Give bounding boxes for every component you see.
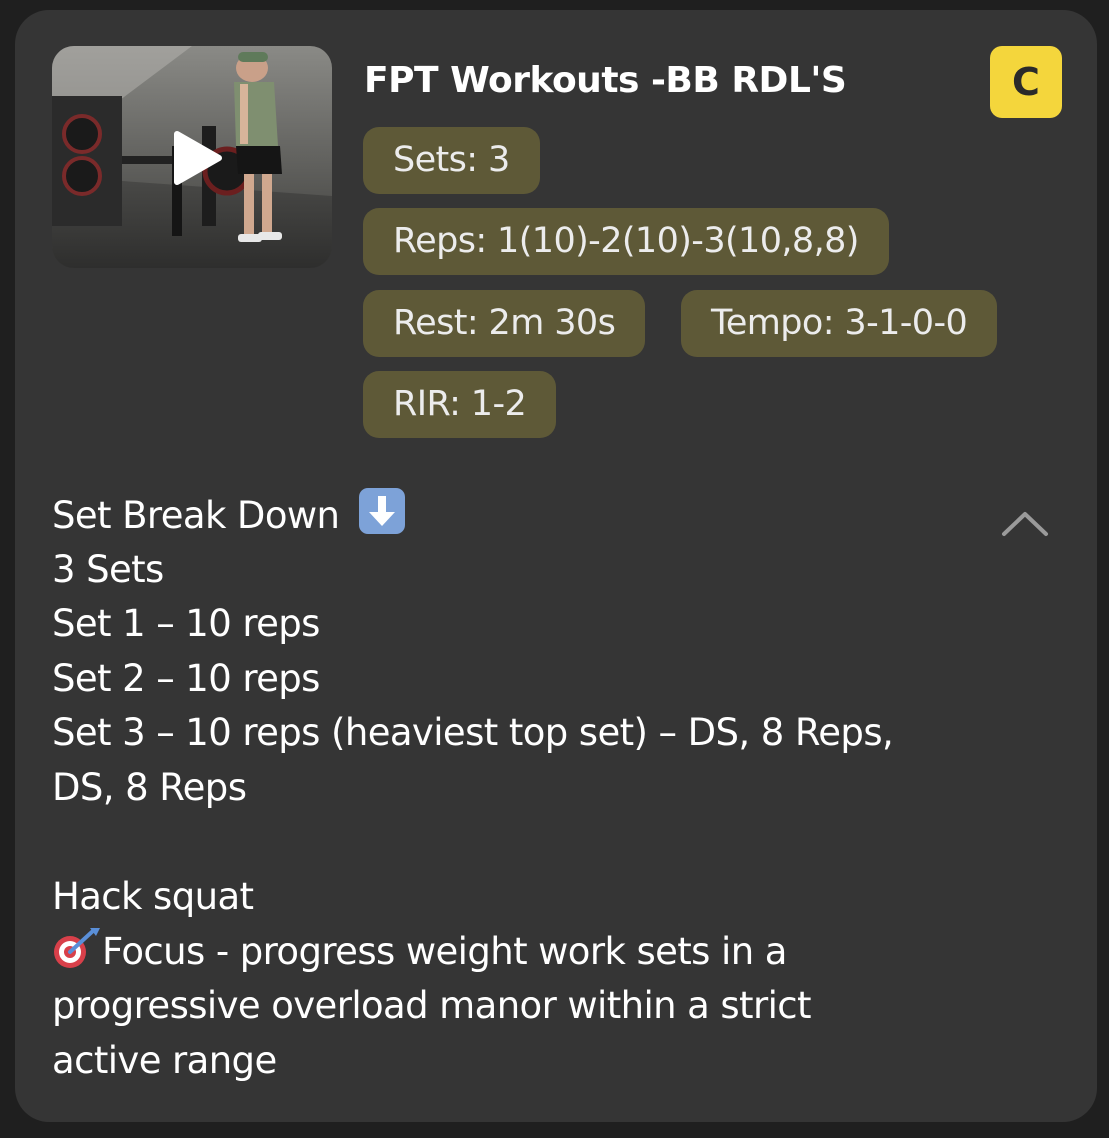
focus-line: active range <box>52 1038 277 1082</box>
description-line: Set 1 – 10 reps <box>52 602 320 646</box>
focus-line: Focus - progress weight work sets in a <box>52 925 982 980</box>
target-emoji-icon <box>54 927 100 968</box>
down-arrow-emoji-icon <box>358 488 405 534</box>
focus-line: progressive overload manor within a stri… <box>52 984 812 1028</box>
description-heading: Set Break Down <box>52 494 340 537</box>
description-heading-line: Set Break Down <box>52 488 982 543</box>
category-badge: C <box>990 46 1062 118</box>
description-spacer <box>52 816 982 871</box>
sets-pill: Sets: 3 <box>363 127 540 194</box>
rir-pill: RIR: 1-2 <box>363 371 557 438</box>
workout-title: FPT Workouts -BB RDL'S <box>364 60 847 101</box>
workout-description: Set Break Down 3 Sets Set 1 – 10 reps Se… <box>52 488 982 1089</box>
exercise-name: Hack squat <box>52 875 254 919</box>
play-icon[interactable] <box>167 128 227 188</box>
description-line: Set 2 – 10 reps <box>52 656 320 700</box>
description-line: 3 Sets <box>52 547 164 591</box>
focus-text: Focus - progress weight work sets in a <box>102 929 787 973</box>
video-thumbnail[interactable] <box>52 46 332 268</box>
reps-pill: Reps: 1(10)-2(10)-3(10,8,8) <box>363 208 889 275</box>
description-line: DS, 8 Reps <box>52 765 247 809</box>
description-line: Set 3 – 10 reps (heaviest top set) – DS,… <box>52 711 894 755</box>
tempo-pill: Tempo: 3-1-0-0 <box>681 290 998 357</box>
workout-card: FPT Workouts -BB RDL'S C Sets: 3 Reps: 1… <box>15 10 1097 1122</box>
chevron-up-icon[interactable] <box>1000 506 1050 540</box>
rest-pill: Rest: 2m 30s <box>363 290 646 357</box>
